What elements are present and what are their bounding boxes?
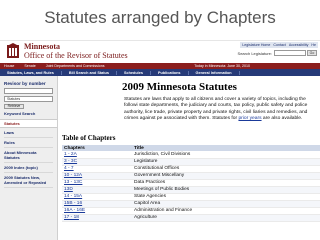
site-header: Minnesota Office of the Revisor of Statu… bbox=[0, 41, 320, 63]
sidebar-item-index[interactable]: 2009 Index (topic) bbox=[4, 163, 53, 173]
house-link[interactable]: House bbox=[4, 64, 14, 68]
table-of-chapters-heading: Table of Chapters bbox=[62, 134, 116, 142]
sidebar-heading: Revisor by number bbox=[4, 81, 46, 86]
sidebar-item-laws[interactable]: Laws bbox=[4, 128, 53, 138]
chapter-range-link[interactable]: 14 - 15A bbox=[62, 193, 132, 201]
chapter-title: Legislature bbox=[132, 158, 320, 166]
help-link[interactable]: He bbox=[311, 43, 316, 47]
nav-publications[interactable]: Publications bbox=[151, 70, 189, 75]
chapter-range-link[interactable]: 15B - 16 bbox=[62, 200, 132, 208]
prior-years-link[interactable]: prior years bbox=[238, 116, 261, 121]
main-content: 2009 Minnesota Statutes Statutes are law… bbox=[62, 78, 320, 240]
nav-bill-search[interactable]: Bill Search and Status bbox=[62, 70, 117, 75]
table-row: 1 - 2A Jurisdiction, Civil Divisions bbox=[62, 151, 320, 159]
chapter-title: Meetings of Public Bodies bbox=[132, 186, 320, 194]
table-row: 4 - 7 Constitutional Offices bbox=[62, 165, 320, 173]
senate-link[interactable]: Senate bbox=[24, 64, 35, 68]
page-title: 2009 Minnesota Statutes bbox=[122, 81, 237, 93]
browser-screenshot: Minnesota Office of the Revisor of Statu… bbox=[0, 40, 320, 240]
chapter-title: State Agencies bbox=[132, 193, 320, 201]
nav-statutes[interactable]: Statutes, Laws, and Rules bbox=[0, 70, 62, 75]
chapter-range-link[interactable]: 4 - 7 bbox=[62, 165, 132, 173]
today-date: Today in Minnesota: June 30, 2010 bbox=[194, 64, 250, 68]
chapter-range-link[interactable]: 13 - 13C bbox=[62, 179, 132, 187]
accessibility-link[interactable]: Accessibility bbox=[289, 43, 309, 47]
search-label: Search Legislature: bbox=[237, 51, 272, 56]
table-row: 17 - 18 Agriculture bbox=[62, 214, 320, 222]
chapter-title: Agriculture bbox=[132, 214, 320, 222]
document-type-select[interactable]: Statutes bbox=[4, 96, 53, 102]
contact-link[interactable]: Contact bbox=[273, 43, 285, 47]
slide-title: Statutes arranged by Chapters bbox=[44, 8, 276, 27]
search-button[interactable]: Go bbox=[307, 50, 317, 56]
retrieve-button[interactable]: Retrieve bbox=[4, 104, 24, 109]
sidebar-item-rules[interactable]: Rules bbox=[4, 138, 53, 148]
chapter-title: Data Practices bbox=[132, 179, 320, 187]
chapter-range-link[interactable]: 3 - 3C bbox=[62, 158, 132, 166]
table-row: 3 - 3C Legislature bbox=[62, 158, 320, 166]
table-row: 10 - 12A Government Miscellany bbox=[62, 172, 320, 180]
sidebar: Revisor by number Statutes Retrieve Keyw… bbox=[0, 76, 58, 240]
chapter-title: Constitutional Offices bbox=[132, 165, 320, 173]
main-nav: Statutes, Laws, and Rules Bill Search an… bbox=[0, 69, 320, 76]
org-name: Minnesota bbox=[24, 42, 60, 51]
revisor-number-input[interactable] bbox=[4, 88, 53, 94]
table-row: 13D Meetings of Public Bodies bbox=[62, 186, 320, 194]
chapter-range-link[interactable]: 13D bbox=[62, 186, 132, 194]
sidebar-item-about[interactable]: About Minnesota Statutes bbox=[4, 148, 53, 163]
search-input[interactable] bbox=[274, 50, 306, 56]
table-row: 14 - 15A State Agencies bbox=[62, 193, 320, 201]
top-links: Legislature Home Contact Accessibility H… bbox=[240, 42, 318, 48]
legislature-home-link[interactable]: Legislature Home bbox=[242, 43, 270, 47]
chapter-title: Administration and Finance bbox=[132, 207, 320, 215]
table-row: 13 - 13C Data Practices bbox=[62, 179, 320, 187]
chapter-range-link[interactable]: 10 - 12A bbox=[62, 172, 132, 180]
state-seal-icon bbox=[7, 43, 19, 58]
sidebar-item-new-amended[interactable]: 2009 Statutes New, Amended or Repealed bbox=[4, 173, 53, 188]
chapter-title: Jurisdiction, Civil Divisions bbox=[132, 151, 320, 159]
table-row: 15B - 16 Capitol Area bbox=[62, 200, 320, 208]
keyword-search-link[interactable]: Keyword Search bbox=[4, 111, 53, 116]
sidebar-item-statutes[interactable]: Statutes bbox=[0, 119, 57, 128]
joint-departments-link[interactable]: Joint Departments and Commissions bbox=[46, 64, 105, 68]
table-row: 16A - 16E Administration and Finance bbox=[62, 207, 320, 215]
org-subtitle: Office of the Revisor of Statutes bbox=[24, 51, 128, 60]
nav-schedules[interactable]: Schedules bbox=[117, 70, 151, 75]
intro-text: Statutes are laws that apply to all citi… bbox=[124, 97, 308, 121]
chapters-table: Chapters Title 1 - 2A Jurisdiction, Civil… bbox=[62, 145, 320, 222]
chapter-title: Government Miscellany bbox=[132, 172, 320, 180]
chapter-range-link[interactable]: 17 - 18 bbox=[62, 214, 132, 222]
chapter-range-link[interactable]: 1 - 2A bbox=[62, 151, 132, 159]
chapter-title: Capitol Area bbox=[132, 200, 320, 208]
chapter-range-link[interactable]: 16A - 16E bbox=[62, 207, 132, 215]
nav-general-information[interactable]: General Information bbox=[189, 70, 240, 75]
